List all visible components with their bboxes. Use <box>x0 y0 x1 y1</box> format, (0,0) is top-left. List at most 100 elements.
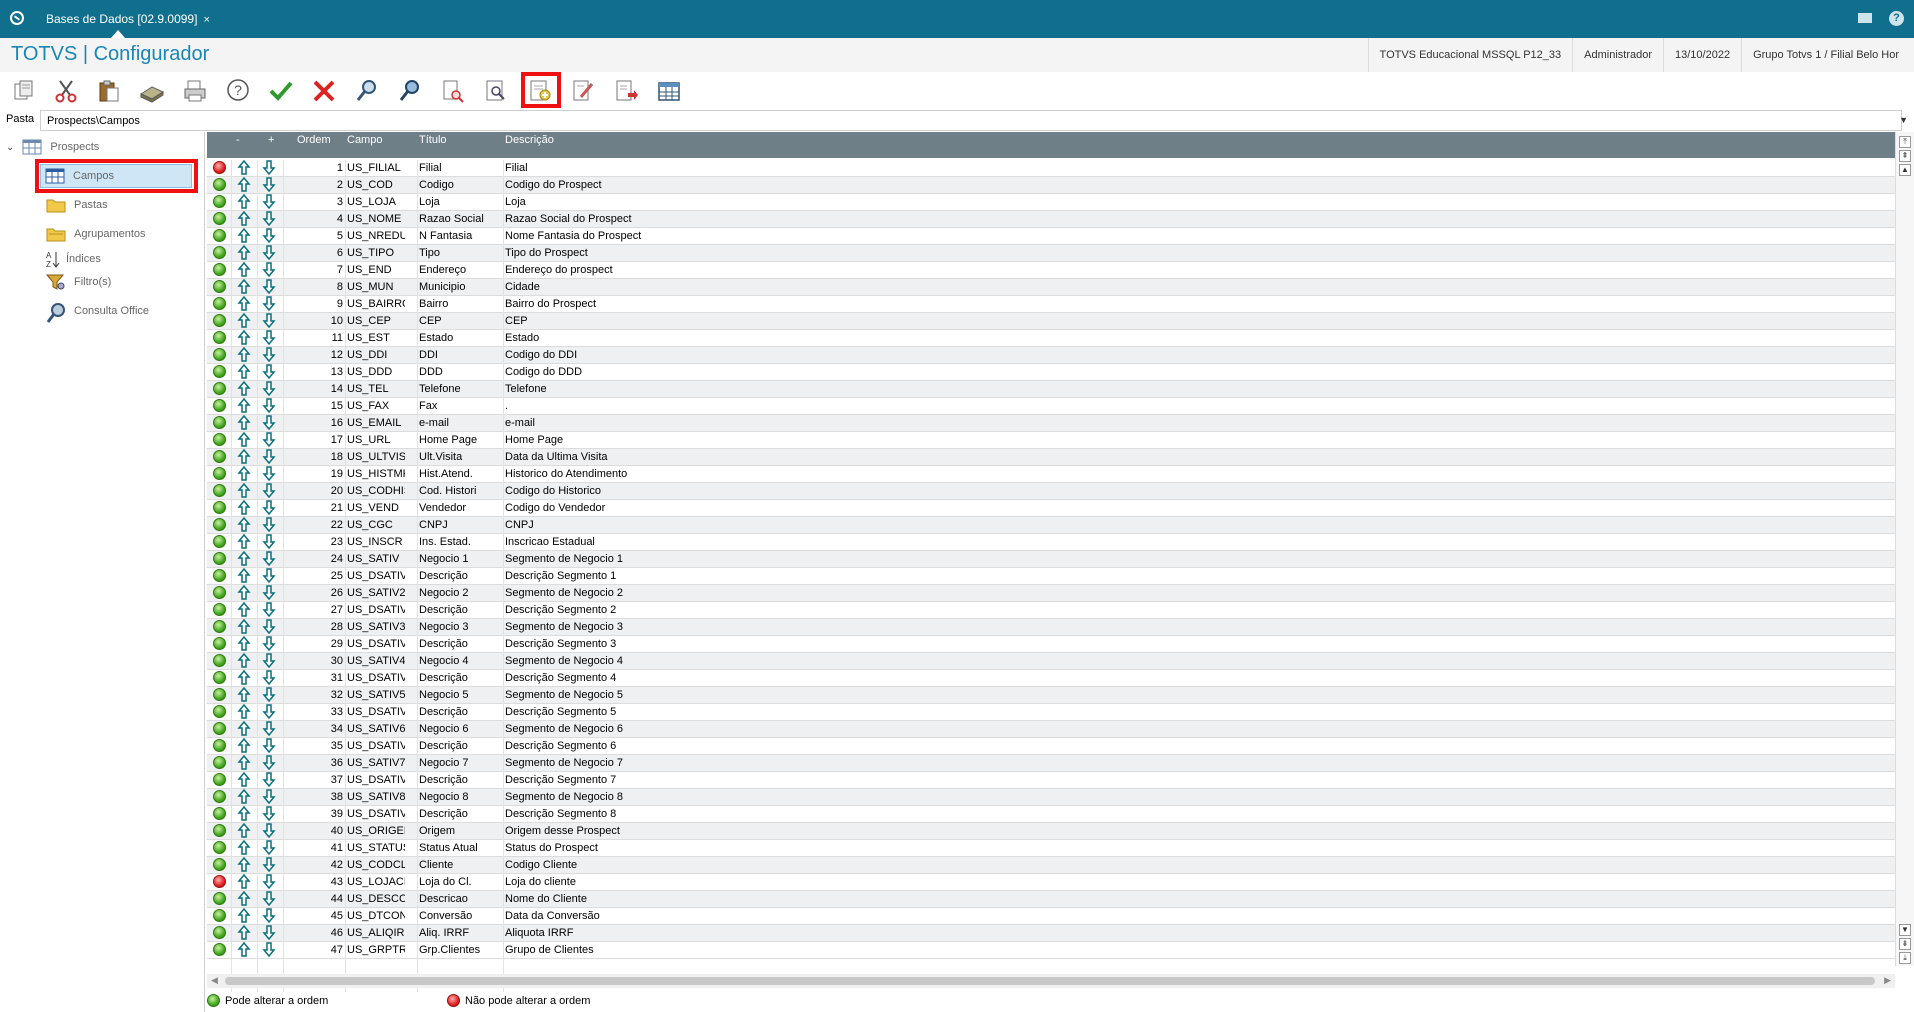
chevron-down-icon[interactable]: ⌄ <box>6 142 14 153</box>
tab-bases-de-dados[interactable]: Bases de Dados [02.9.0099] × <box>40 0 216 38</box>
move-up-icon[interactable] <box>237 516 251 532</box>
move-down-icon[interactable] <box>262 891 276 907</box>
move-up-icon[interactable] <box>237 380 251 396</box>
date-label[interactable]: 13/10/2022 <box>1663 38 1741 72</box>
move-up-icon[interactable] <box>237 856 251 872</box>
move-up-icon[interactable] <box>237 907 251 923</box>
table-row[interactable]: 2 US_COD Codigo Codigo do Prospect <box>207 176 1895 194</box>
mail-icon[interactable] <box>1858 13 1872 23</box>
table-row[interactable]: 1 US_FILIAL Filial Filial <box>207 159 1895 177</box>
table-row[interactable]: 3 US_LOJA Loja Loja <box>207 193 1895 211</box>
table-row[interactable]: 15 US_FAX Fax. <box>207 397 1895 415</box>
search-icon[interactable] <box>353 77 381 105</box>
move-up-icon[interactable] <box>237 346 251 362</box>
move-up-icon[interactable] <box>237 635 251 651</box>
table-row[interactable]: 27 US_DSATIV2 Descrição Descrição Segmento … <box>207 601 1895 619</box>
col-header-plus[interactable]: + <box>268 134 274 146</box>
move-down-icon[interactable] <box>262 721 276 737</box>
move-up-icon[interactable] <box>237 193 251 209</box>
move-up-icon[interactable] <box>237 414 251 430</box>
move-down-icon[interactable] <box>262 670 276 686</box>
table-row[interactable]: 18 US_ULTVIS Ult.Visita Data da Ultima Visi… <box>207 448 1895 466</box>
move-down-icon[interactable] <box>262 415 276 431</box>
scroll-up-icon[interactable]: ▲ <box>1899 164 1911 176</box>
move-up-icon[interactable] <box>237 363 251 379</box>
move-down-icon[interactable] <box>262 840 276 856</box>
copy-icon[interactable] <box>10 77 38 105</box>
table-row[interactable]: 39 US_DSATIV8 Descrição Descrição Segmento … <box>207 805 1895 823</box>
move-up-icon[interactable] <box>237 567 251 583</box>
move-up-icon[interactable] <box>237 329 251 345</box>
scroll-right-icon[interactable]: ▶ <box>1884 975 1891 986</box>
move-down-icon[interactable] <box>262 704 276 720</box>
table-row[interactable]: 16 US_EMAIL e-mail e-mail <box>207 414 1895 432</box>
col-header-minus[interactable]: - <box>236 134 240 146</box>
move-up-icon[interactable] <box>237 652 251 668</box>
move-down-icon[interactable] <box>262 313 276 329</box>
preview-icon[interactable] <box>482 77 510 105</box>
move-up-icon[interactable] <box>237 618 251 634</box>
move-down-icon[interactable] <box>262 568 276 584</box>
table-row[interactable]: 28 US_SATIV3 Negocio 3 Segmento de Negocio … <box>207 618 1895 636</box>
horizontal-scrollbar[interactable]: ◀ ▶ <box>207 974 1895 988</box>
table-row[interactable]: 11 US_EST Estado Estado <box>207 329 1895 347</box>
table-row[interactable]: 8 US_MUN Municipio Cidade <box>207 278 1895 296</box>
table-row[interactable]: 22 US_CGC CNPJ CNPJ <box>207 516 1895 534</box>
move-down-icon[interactable] <box>262 687 276 703</box>
table-row[interactable]: 38 US_SATIV8 Negocio 8 Segmento de Negocio … <box>207 788 1895 806</box>
move-up-icon[interactable] <box>237 686 251 702</box>
move-up-icon[interactable] <box>237 261 251 277</box>
move-up-icon[interactable] <box>237 159 251 175</box>
table-row[interactable]: 13 US_DDD DDD Codigo do DDD <box>207 363 1895 381</box>
scroll-bottom-icon[interactable]: ⤓ <box>1899 952 1911 964</box>
user-label[interactable]: Administrador <box>1572 38 1663 72</box>
table-row[interactable]: 21 US_VEND Vendedor Codigo do Vendedor <box>207 499 1895 517</box>
move-down-icon[interactable] <box>262 330 276 346</box>
move-down-icon[interactable] <box>262 228 276 244</box>
move-up-icon[interactable] <box>237 788 251 804</box>
confirm-icon[interactable] <box>267 77 295 105</box>
totvs-logo-icon[interactable] <box>10 11 24 25</box>
move-up-icon[interactable] <box>237 227 251 243</box>
move-down-icon[interactable] <box>262 789 276 805</box>
move-up-icon[interactable] <box>237 720 251 736</box>
move-up-icon[interactable] <box>237 295 251 311</box>
move-down-icon[interactable] <box>262 194 276 210</box>
tree-item-indices[interactable]: AZ Índices <box>46 250 101 269</box>
move-down-icon[interactable] <box>262 806 276 822</box>
table-row[interactable]: 7 US_END Endereço Endereço do prospect <box>207 261 1895 279</box>
move-down-icon[interactable] <box>262 347 276 363</box>
move-down-icon[interactable] <box>262 500 276 516</box>
table-row[interactable]: 35 US_DSATIV6 Descrição Descrição Segmento … <box>207 737 1895 755</box>
table-row[interactable]: 31 US_DSATIV4 Descrição Descrição Segmento … <box>207 669 1895 687</box>
move-up-icon[interactable] <box>237 941 251 957</box>
move-down-icon[interactable] <box>262 517 276 533</box>
table-row[interactable]: 24 US_SATIV Negocio 1 Segmento de Negocio 1 <box>207 550 1895 568</box>
move-up-icon[interactable] <box>237 754 251 770</box>
move-up-icon[interactable] <box>237 499 251 515</box>
move-up-icon[interactable] <box>237 312 251 328</box>
move-up-icon[interactable] <box>237 584 251 600</box>
move-down-icon[interactable] <box>262 245 276 261</box>
move-down-icon[interactable] <box>262 619 276 635</box>
move-down-icon[interactable] <box>262 483 276 499</box>
move-up-icon[interactable] <box>237 482 251 498</box>
move-down-icon[interactable] <box>262 602 276 618</box>
move-down-icon[interactable] <box>262 738 276 754</box>
document-search-icon[interactable] <box>439 77 467 105</box>
move-up-icon[interactable] <box>237 176 251 192</box>
table-row[interactable]: 44 US_DESCCLI Descricao Nome do Cliente <box>207 890 1895 908</box>
help-icon[interactable]: ? <box>1889 11 1904 26</box>
col-header-descricao[interactable]: Descrição <box>505 134 554 146</box>
move-up-icon[interactable] <box>237 924 251 940</box>
move-up-icon[interactable] <box>237 601 251 617</box>
move-up-icon[interactable] <box>237 431 251 447</box>
table-row[interactable]: 40 US_ORIGEM Origem Origem desse Prospect <box>207 822 1895 840</box>
branch-label[interactable]: Grupo Totvs 1 / Filial Belo Hor <box>1741 38 1910 72</box>
move-down-icon[interactable] <box>262 585 276 601</box>
move-down-icon[interactable] <box>262 942 276 958</box>
table-row[interactable]: 36 US_SATIV7 Negocio 7 Segmento de Negocio … <box>207 754 1895 772</box>
move-up-icon[interactable] <box>237 703 251 719</box>
move-up-icon[interactable] <box>237 890 251 906</box>
move-up-icon[interactable] <box>237 771 251 787</box>
